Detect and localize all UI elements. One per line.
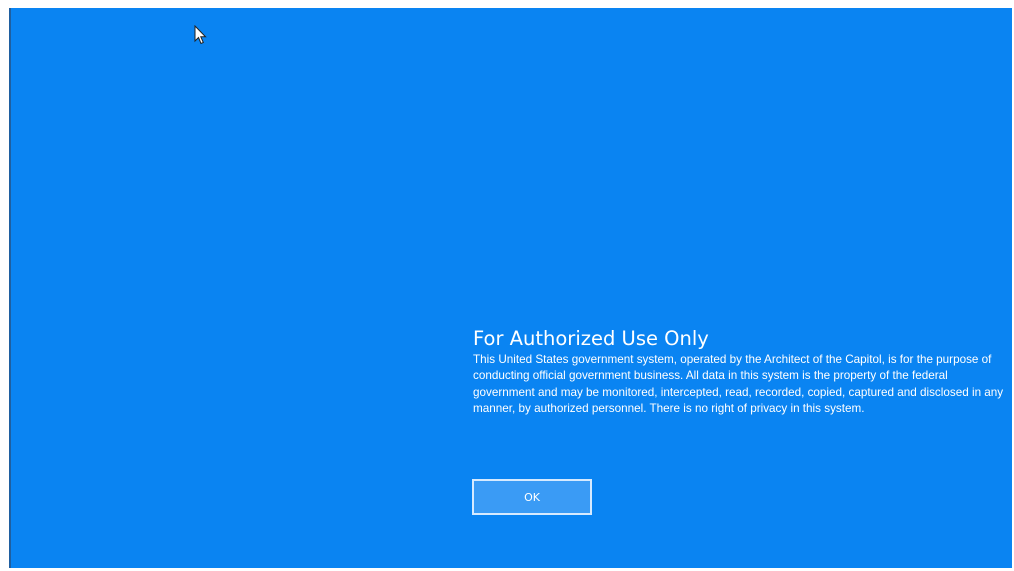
legal-notice: For Authorized Use Only This United Stat… — [473, 326, 1011, 418]
lock-screen-notice: For Authorized Use Only This United Stat… — [9, 8, 1012, 568]
notice-title: For Authorized Use Only — [473, 327, 709, 350]
ok-button[interactable]: OK — [472, 479, 592, 515]
mouse-pointer-icon — [194, 25, 207, 45]
notice-body: This United States government system, op… — [473, 353, 1004, 416]
screen-edge — [9, 8, 11, 568]
